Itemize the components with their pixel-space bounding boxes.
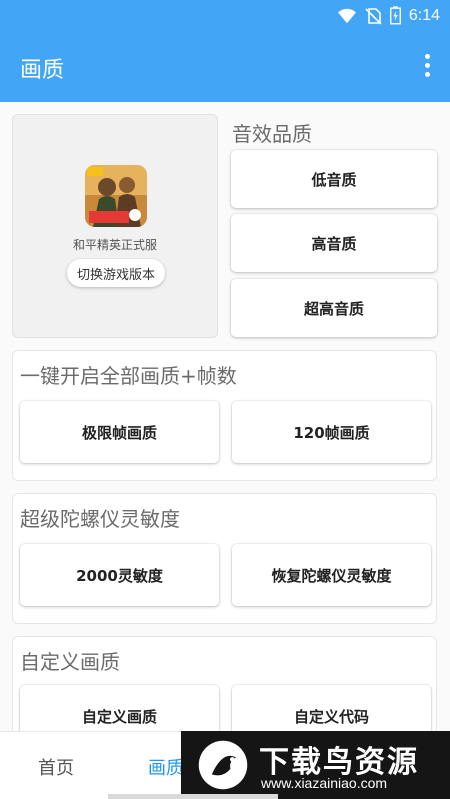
sound-quality-title: 音效品质 [232,122,312,146]
game-logo-image [85,165,147,227]
status-icons: 6:14 [337,6,440,25]
low-sound-button[interactable]: 低音质 [231,150,437,208]
wifi-icon [337,8,356,23]
switch-game-version-button[interactable]: 切换游戏版本 [67,259,165,287]
overflow-menu-icon[interactable] [420,54,434,80]
sensitivity-2000-button[interactable]: 2000灵敏度 [20,544,219,606]
one-click-card: 一键开启全部画质+帧数 极限帧画质 120帧画质 [12,350,437,481]
frame-120-button[interactable]: 120帧画质 [232,401,431,463]
bird-logo-icon [198,740,248,790]
gesture-bar [108,794,278,799]
nav-home[interactable]: 首页 [38,754,74,780]
game-logo [85,165,147,227]
battery-charging-icon [389,6,401,25]
watermark: 下载鸟资源 www.xiazainiao.com [181,731,450,799]
restore-gyro-button[interactable]: 恢复陀螺仪灵敏度 [232,544,431,606]
one-click-title: 一键开启全部画质+帧数 [20,364,237,388]
high-sound-button[interactable]: 高音质 [231,214,437,272]
custom-title: 自定义画质 [20,650,120,674]
page-title: 画质 [20,58,65,83]
status-bar: 6:14 [0,0,450,32]
no-sim-icon [365,7,382,25]
gyro-card: 超级陀螺仪灵敏度 2000灵敏度 恢复陀螺仪灵敏度 [12,493,437,624]
nav-quality[interactable]: 画质 [148,754,184,780]
gyro-title: 超级陀螺仪灵敏度 [20,507,180,531]
extreme-frame-button[interactable]: 极限帧画质 [20,401,219,463]
game-name: 和平精英正式服 [72,238,157,252]
watermark-url: www.xiazainiao.com [261,775,388,791]
clock: 6:14 [408,6,440,24]
app-bar: 画质 [0,32,450,102]
game-card: 和平精英正式服 切换游戏版本 [12,114,218,338]
ultra-sound-button[interactable]: 超高音质 [231,279,437,337]
